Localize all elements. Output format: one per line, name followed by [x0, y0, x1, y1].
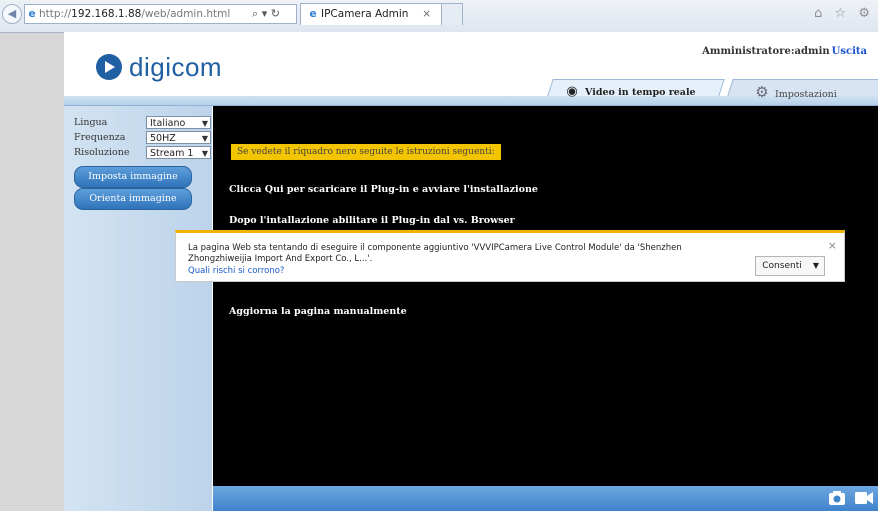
chevron-down-icon: ▼ [201, 149, 208, 158]
resolution-label: Risoluzione [74, 147, 130, 158]
tab-live-label: Video in tempo reale [585, 87, 696, 98]
tab-settings-label: Impostazioni [775, 89, 837, 100]
frequency-select[interactable]: 50HZ ▼ [146, 131, 211, 144]
addon-message: La pagina Web sta tentando di eseguire i… [188, 243, 682, 264]
addon-notification-bar: La pagina Web sta tentando di eseguire i… [175, 230, 845, 282]
logo-mark-icon [96, 54, 122, 80]
language-select[interactable]: Italiano ▼ [146, 116, 211, 129]
new-tab-button[interactable] [441, 3, 463, 25]
gears-icon: ⚙ [755, 83, 769, 101]
address-bar[interactable]: e http://192.168.1.88/web/admin.html [24, 4, 238, 24]
plugin-download-link[interactable]: Clicca Qui per scaricare il Plug-in e av… [229, 184, 538, 195]
back-arrow-icon[interactable]: ◀ [2, 4, 22, 24]
url-scheme: http:// [39, 8, 72, 20]
logout-link[interactable]: Uscita [832, 46, 867, 57]
chevron-down-icon: ▼ [201, 119, 208, 128]
resolution-select[interactable]: Stream 1 ▼ [146, 146, 211, 159]
tab-live[interactable]: ◉ Video in tempo reale [564, 80, 696, 104]
digicom-logo: digicom [96, 52, 222, 82]
url-path: /web/admin.html [141, 8, 231, 20]
language-value: Italiano [150, 118, 186, 129]
user-label: Amministratore:admin [702, 46, 830, 57]
sidebar: Lingua Italiano ▼ Frequenza 50HZ ▼ Risoluz… [64, 106, 212, 511]
language-row: Lingua Italiano ▼ [74, 116, 212, 130]
browser-toolbar: ◀ e http://192.168.1.88/web/admin.html ⌕ … [0, 0, 878, 33]
browser-right-icons[interactable]: ⌂ ☆ ⚙ [814, 6, 874, 21]
chevron-down-icon: ▼ [201, 134, 208, 143]
allow-button[interactable]: Consenti [755, 256, 809, 276]
video-camera-icon[interactable] [854, 491, 874, 505]
language-label: Lingua [74, 117, 108, 128]
close-icon[interactable]: × [828, 239, 837, 252]
image-settings-button[interactable]: Imposta immagine [74, 166, 192, 188]
video-area: Se vedete il riquadro nero seguite le is… [213, 106, 878, 486]
chevron-down-icon: ▼ [812, 261, 820, 270]
user-info: Amministratore:admin Uscita [702, 46, 867, 57]
frequency-value: 50HZ [150, 133, 176, 144]
logo-text: digicom [129, 51, 223, 82]
image-orientation-button[interactable]: Orienta immagine [74, 188, 192, 210]
url-host: 192.168.1.88 [71, 8, 142, 20]
frequency-row: Frequenza 50HZ ▼ [74, 131, 212, 145]
plugin-enable-text: Dopo l'intallazione abilitare il Plug-in… [229, 215, 515, 226]
video-controls-bar [213, 486, 878, 511]
warning-banner: Se vedete il riquadro nero seguite le is… [231, 144, 501, 160]
allow-dropdown-button[interactable]: ▼ [808, 256, 825, 276]
risk-link[interactable]: Quali rischi si corrono? [188, 266, 284, 276]
resolution-value: Stream 1 [150, 148, 194, 159]
ie-logo-icon: e [28, 8, 36, 20]
address-tools[interactable]: ⌕ ▾ ↻ [236, 4, 297, 24]
frequency-label: Frequenza [74, 132, 126, 143]
tab-settings[interactable]: ⚙ Impostazioni [754, 80, 837, 104]
ie-tab-icon: e [309, 8, 317, 20]
close-tab-icon[interactable]: × [422, 4, 431, 24]
resolution-row: Risoluzione Stream 1 ▼ [74, 146, 212, 160]
browser-tab[interactable]: e IPCamera Admin × [300, 3, 442, 25]
camera-icon[interactable] [828, 490, 846, 506]
tab-title: IPCamera Admin [321, 8, 409, 20]
reload-page-text: Aggiorna la pagina manualmente [229, 306, 407, 317]
webcam-icon: ◉ [566, 84, 578, 99]
